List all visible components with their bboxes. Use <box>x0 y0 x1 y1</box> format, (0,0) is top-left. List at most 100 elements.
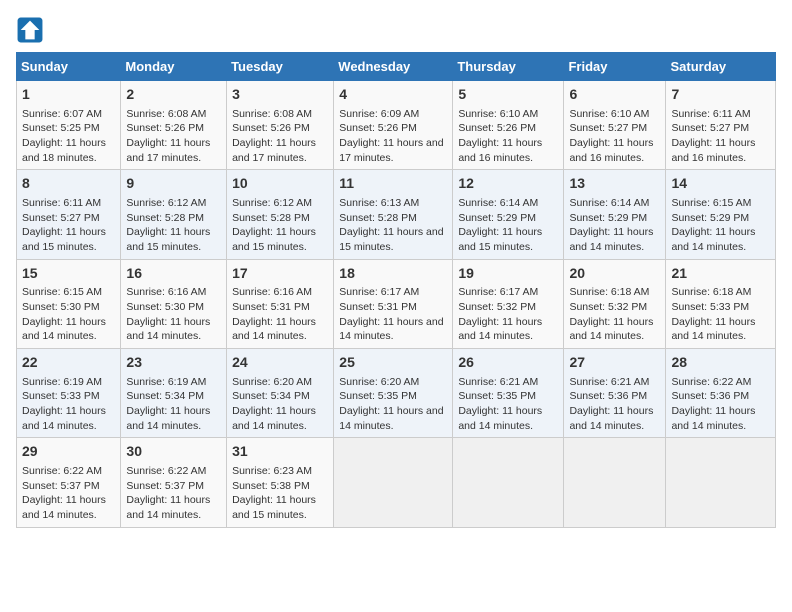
calendar-cell: 5Sunrise: 6:10 AM Sunset: 5:26 PM Daylig… <box>453 81 564 170</box>
column-header-saturday: Saturday <box>666 53 776 81</box>
day-number: 30 <box>126 442 221 462</box>
calendar-cell: 8Sunrise: 6:11 AM Sunset: 5:27 PM Daylig… <box>17 170 121 259</box>
day-info: Sunrise: 6:19 AM Sunset: 5:34 PM Dayligh… <box>126 375 221 434</box>
day-info: Sunrise: 6:10 AM Sunset: 5:27 PM Dayligh… <box>569 107 660 166</box>
day-number: 11 <box>339 174 447 194</box>
logo <box>16 16 48 44</box>
column-header-monday: Monday <box>121 53 227 81</box>
calendar-cell: 30Sunrise: 6:22 AM Sunset: 5:37 PM Dayli… <box>121 438 227 527</box>
calendar-table: SundayMondayTuesdayWednesdayThursdayFrid… <box>16 52 776 528</box>
day-number: 31 <box>232 442 328 462</box>
calendar-cell <box>453 438 564 527</box>
calendar-week-2: 8Sunrise: 6:11 AM Sunset: 5:27 PM Daylig… <box>17 170 776 259</box>
day-info: Sunrise: 6:09 AM Sunset: 5:26 PM Dayligh… <box>339 107 447 166</box>
calendar-cell: 28Sunrise: 6:22 AM Sunset: 5:36 PM Dayli… <box>666 349 776 438</box>
day-number: 28 <box>671 353 770 373</box>
calendar-cell: 9Sunrise: 6:12 AM Sunset: 5:28 PM Daylig… <box>121 170 227 259</box>
day-info: Sunrise: 6:11 AM Sunset: 5:27 PM Dayligh… <box>671 107 770 166</box>
day-number: 22 <box>22 353 115 373</box>
calendar-cell: 4Sunrise: 6:09 AM Sunset: 5:26 PM Daylig… <box>334 81 453 170</box>
calendar-cell: 2Sunrise: 6:08 AM Sunset: 5:26 PM Daylig… <box>121 81 227 170</box>
calendar-cell: 22Sunrise: 6:19 AM Sunset: 5:33 PM Dayli… <box>17 349 121 438</box>
column-header-sunday: Sunday <box>17 53 121 81</box>
calendar-cell: 17Sunrise: 6:16 AM Sunset: 5:31 PM Dayli… <box>227 259 334 348</box>
calendar-cell: 1Sunrise: 6:07 AM Sunset: 5:25 PM Daylig… <box>17 81 121 170</box>
day-info: Sunrise: 6:14 AM Sunset: 5:29 PM Dayligh… <box>458 196 558 255</box>
calendar-week-5: 29Sunrise: 6:22 AM Sunset: 5:37 PM Dayli… <box>17 438 776 527</box>
day-info: Sunrise: 6:21 AM Sunset: 5:35 PM Dayligh… <box>458 375 558 434</box>
day-info: Sunrise: 6:18 AM Sunset: 5:33 PM Dayligh… <box>671 285 770 344</box>
calendar-cell: 26Sunrise: 6:21 AM Sunset: 5:35 PM Dayli… <box>453 349 564 438</box>
calendar-cell: 21Sunrise: 6:18 AM Sunset: 5:33 PM Dayli… <box>666 259 776 348</box>
day-number: 15 <box>22 264 115 284</box>
day-info: Sunrise: 6:16 AM Sunset: 5:30 PM Dayligh… <box>126 285 221 344</box>
day-info: Sunrise: 6:17 AM Sunset: 5:32 PM Dayligh… <box>458 285 558 344</box>
calendar-cell: 23Sunrise: 6:19 AM Sunset: 5:34 PM Dayli… <box>121 349 227 438</box>
calendar-cell: 3Sunrise: 6:08 AM Sunset: 5:26 PM Daylig… <box>227 81 334 170</box>
day-number: 4 <box>339 85 447 105</box>
calendar-cell: 11Sunrise: 6:13 AM Sunset: 5:28 PM Dayli… <box>334 170 453 259</box>
day-number: 12 <box>458 174 558 194</box>
column-header-tuesday: Tuesday <box>227 53 334 81</box>
day-info: Sunrise: 6:22 AM Sunset: 5:37 PM Dayligh… <box>22 464 115 523</box>
day-info: Sunrise: 6:13 AM Sunset: 5:28 PM Dayligh… <box>339 196 447 255</box>
page-header <box>16 16 776 44</box>
day-info: Sunrise: 6:08 AM Sunset: 5:26 PM Dayligh… <box>232 107 328 166</box>
day-number: 29 <box>22 442 115 462</box>
day-number: 24 <box>232 353 328 373</box>
logo-icon <box>16 16 44 44</box>
calendar-cell: 13Sunrise: 6:14 AM Sunset: 5:29 PM Dayli… <box>564 170 666 259</box>
calendar-cell <box>564 438 666 527</box>
column-header-thursday: Thursday <box>453 53 564 81</box>
calendar-cell: 31Sunrise: 6:23 AM Sunset: 5:38 PM Dayli… <box>227 438 334 527</box>
day-info: Sunrise: 6:18 AM Sunset: 5:32 PM Dayligh… <box>569 285 660 344</box>
day-number: 26 <box>458 353 558 373</box>
calendar-cell: 27Sunrise: 6:21 AM Sunset: 5:36 PM Dayli… <box>564 349 666 438</box>
day-info: Sunrise: 6:22 AM Sunset: 5:37 PM Dayligh… <box>126 464 221 523</box>
day-info: Sunrise: 6:20 AM Sunset: 5:35 PM Dayligh… <box>339 375 447 434</box>
day-number: 3 <box>232 85 328 105</box>
calendar-cell: 12Sunrise: 6:14 AM Sunset: 5:29 PM Dayli… <box>453 170 564 259</box>
day-number: 17 <box>232 264 328 284</box>
day-number: 20 <box>569 264 660 284</box>
day-info: Sunrise: 6:12 AM Sunset: 5:28 PM Dayligh… <box>232 196 328 255</box>
calendar-cell: 14Sunrise: 6:15 AM Sunset: 5:29 PM Dayli… <box>666 170 776 259</box>
column-header-wednesday: Wednesday <box>334 53 453 81</box>
calendar-cell: 10Sunrise: 6:12 AM Sunset: 5:28 PM Dayli… <box>227 170 334 259</box>
calendar-cell: 29Sunrise: 6:22 AM Sunset: 5:37 PM Dayli… <box>17 438 121 527</box>
calendar-cell: 24Sunrise: 6:20 AM Sunset: 5:34 PM Dayli… <box>227 349 334 438</box>
day-number: 2 <box>126 85 221 105</box>
calendar-cell: 15Sunrise: 6:15 AM Sunset: 5:30 PM Dayli… <box>17 259 121 348</box>
calendar-cell: 16Sunrise: 6:16 AM Sunset: 5:30 PM Dayli… <box>121 259 227 348</box>
day-info: Sunrise: 6:11 AM Sunset: 5:27 PM Dayligh… <box>22 196 115 255</box>
day-number: 18 <box>339 264 447 284</box>
calendar-cell: 7Sunrise: 6:11 AM Sunset: 5:27 PM Daylig… <box>666 81 776 170</box>
calendar-cell: 25Sunrise: 6:20 AM Sunset: 5:35 PM Dayli… <box>334 349 453 438</box>
day-info: Sunrise: 6:19 AM Sunset: 5:33 PM Dayligh… <box>22 375 115 434</box>
day-info: Sunrise: 6:10 AM Sunset: 5:26 PM Dayligh… <box>458 107 558 166</box>
day-number: 27 <box>569 353 660 373</box>
day-info: Sunrise: 6:21 AM Sunset: 5:36 PM Dayligh… <box>569 375 660 434</box>
day-info: Sunrise: 6:07 AM Sunset: 5:25 PM Dayligh… <box>22 107 115 166</box>
day-number: 23 <box>126 353 221 373</box>
calendar-cell: 18Sunrise: 6:17 AM Sunset: 5:31 PM Dayli… <box>334 259 453 348</box>
day-info: Sunrise: 6:20 AM Sunset: 5:34 PM Dayligh… <box>232 375 328 434</box>
calendar-cell: 6Sunrise: 6:10 AM Sunset: 5:27 PM Daylig… <box>564 81 666 170</box>
day-number: 13 <box>569 174 660 194</box>
calendar-week-4: 22Sunrise: 6:19 AM Sunset: 5:33 PM Dayli… <box>17 349 776 438</box>
day-info: Sunrise: 6:08 AM Sunset: 5:26 PM Dayligh… <box>126 107 221 166</box>
day-number: 1 <box>22 85 115 105</box>
day-info: Sunrise: 6:17 AM Sunset: 5:31 PM Dayligh… <box>339 285 447 344</box>
day-number: 16 <box>126 264 221 284</box>
calendar-week-3: 15Sunrise: 6:15 AM Sunset: 5:30 PM Dayli… <box>17 259 776 348</box>
calendar-week-1: 1Sunrise: 6:07 AM Sunset: 5:25 PM Daylig… <box>17 81 776 170</box>
calendar-body: 1Sunrise: 6:07 AM Sunset: 5:25 PM Daylig… <box>17 81 776 528</box>
day-number: 8 <box>22 174 115 194</box>
day-info: Sunrise: 6:15 AM Sunset: 5:29 PM Dayligh… <box>671 196 770 255</box>
day-info: Sunrise: 6:16 AM Sunset: 5:31 PM Dayligh… <box>232 285 328 344</box>
day-number: 14 <box>671 174 770 194</box>
calendar-header-row: SundayMondayTuesdayWednesdayThursdayFrid… <box>17 53 776 81</box>
calendar-cell: 19Sunrise: 6:17 AM Sunset: 5:32 PM Dayli… <box>453 259 564 348</box>
day-info: Sunrise: 6:22 AM Sunset: 5:36 PM Dayligh… <box>671 375 770 434</box>
day-number: 10 <box>232 174 328 194</box>
